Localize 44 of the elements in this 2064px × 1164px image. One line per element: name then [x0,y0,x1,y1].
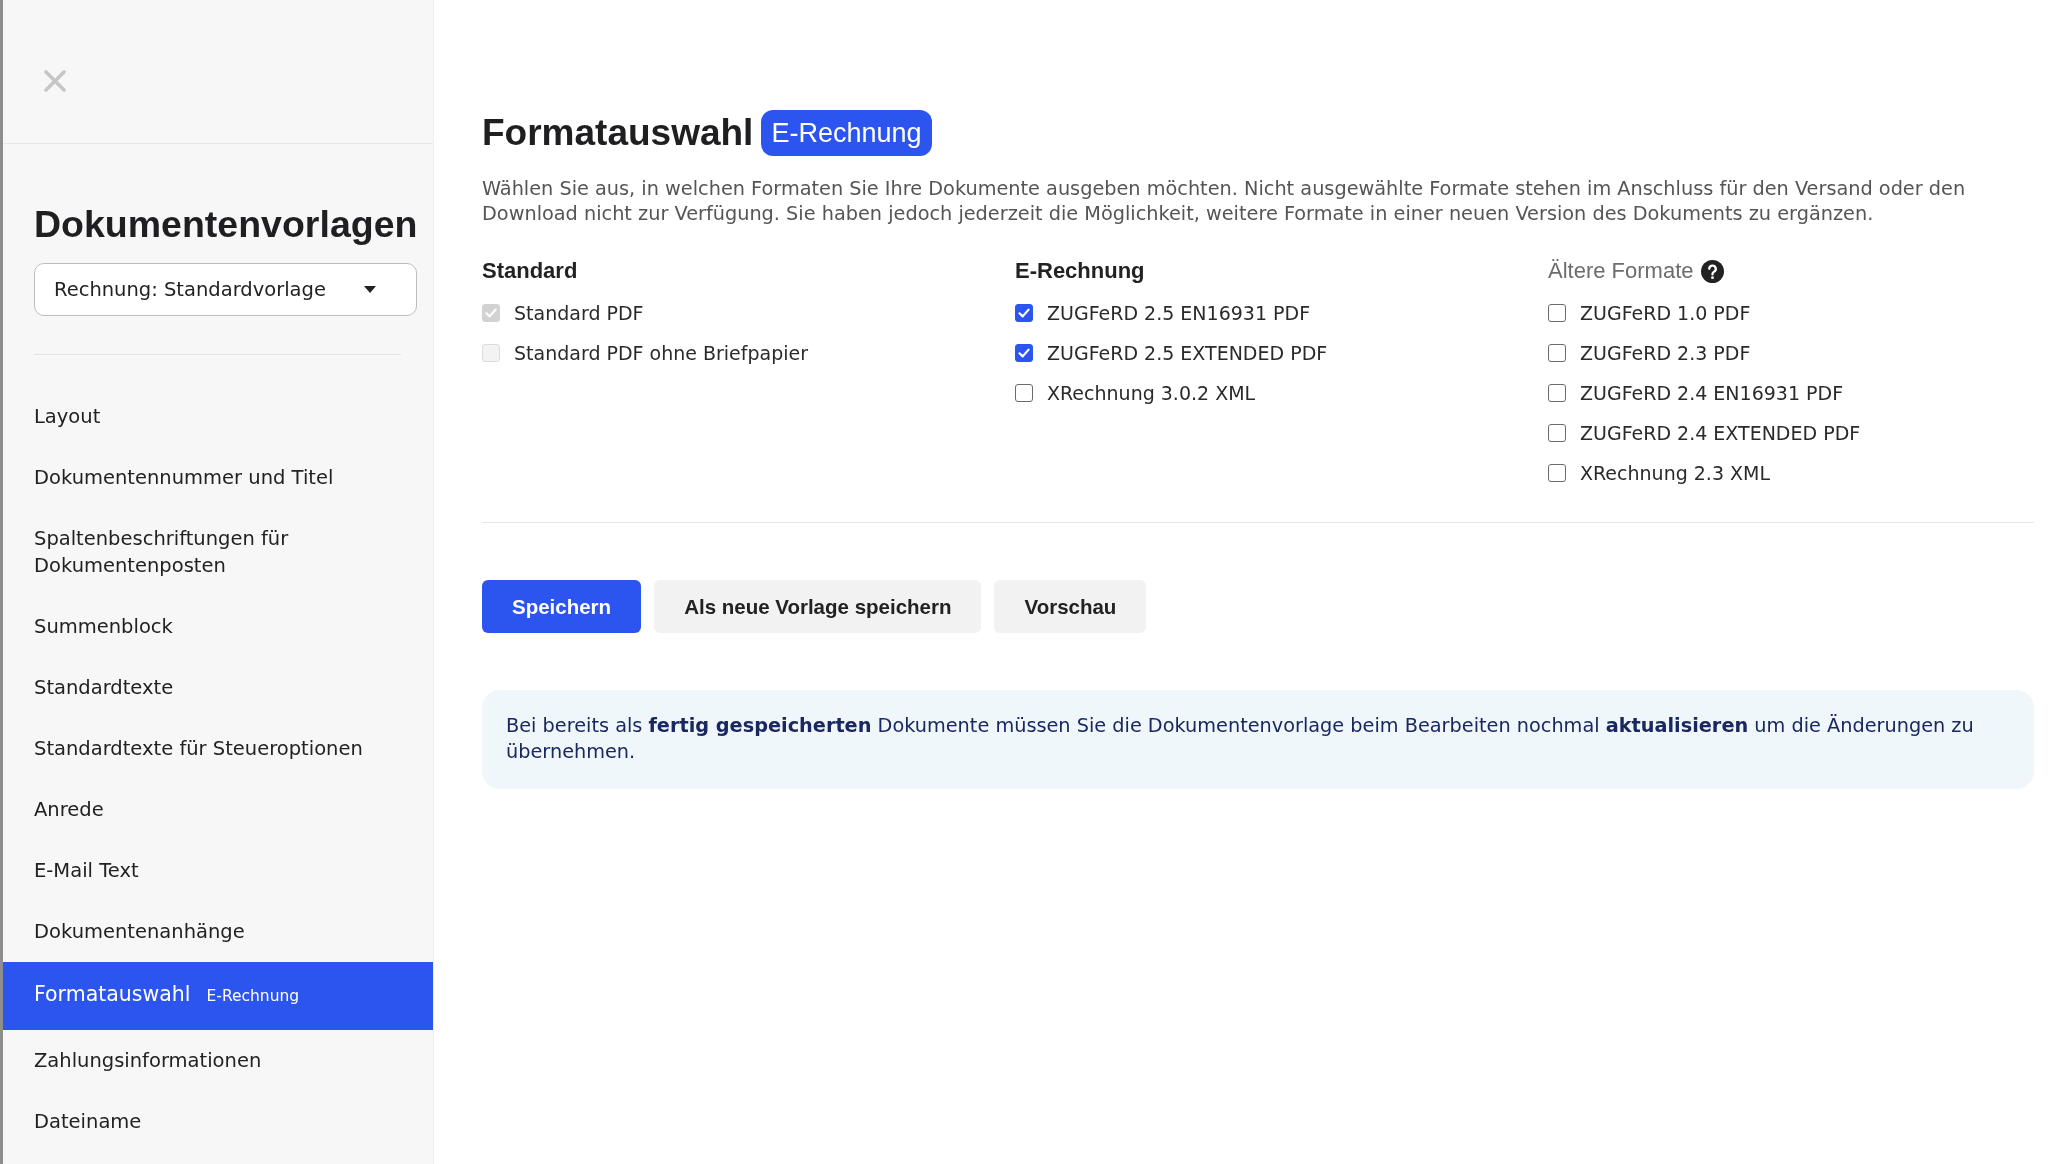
option-label: XRechnung 3.0.2 XML [1047,381,1256,406]
nav-item[interactable]: Dokumentennummer und Titel [3,447,433,508]
nav-item[interactable]: Dokumentenanhänge [3,901,433,962]
nav-item[interactable]: Spaltenbeschriftungen für Dokumentenposten [3,508,433,596]
option-label: Standard PDF [514,301,644,326]
nav-item[interactable]: Standardtexte für Steueroptionen [3,718,433,779]
nav-item[interactable]: Dateiname [3,1091,433,1152]
nav-item[interactable]: Layout [3,386,433,447]
option-label: Standard PDF ohne Briefpapier [514,341,809,366]
checkbox[interactable] [1548,424,1566,442]
group-heading: E-Rechnung [1015,258,1145,284]
checkbox[interactable] [1015,304,1033,322]
nav-item[interactable]: Summenblock [3,596,433,657]
option-label: ZUGFeRD 2.3 PDF [1580,341,1751,366]
checkbox[interactable] [1548,304,1566,322]
group-heading: Ältere Formate [1548,258,1694,284]
checkbox[interactable] [1015,344,1033,362]
title-tag: E-Rechnung [761,110,932,156]
option-label: ZUGFeRD 2.4 EN16931 PDF [1580,381,1844,406]
nav-item[interactable]: Zahlungsinformationen [3,1030,433,1091]
info-notice: Bei bereits als fertig gespeicherten Dokumente müssen Sie die Dokumentenvorlage beim Bearbeiten nochmal aktualisieren um die Änderungen zu übernehmen. [482,690,2034,789]
group-heading: Standard [482,258,578,284]
option-label: ZUGFeRD 2.4 EXTENDED PDF [1580,421,1861,446]
checkbox[interactable] [1015,384,1033,402]
page-title: Formatauswahl [482,111,754,155]
nav-item[interactable]: Formatauswahl E-Rechnung [3,962,433,1030]
template-select[interactable]: Rechnung: Standardvorlage [34,263,417,316]
sidebar-title: Dokumentenvorlagen [34,202,419,246]
checkbox[interactable] [1548,344,1566,362]
checkbox[interactable] [1548,384,1566,402]
save-button[interactable]: Speichern [482,580,642,633]
option-label: ZUGFeRD 1.0 PDF [1580,301,1751,326]
nav-item[interactable]: E-Mail Text [3,840,433,901]
help-icon[interactable] [1700,259,1724,283]
option-label: ZUGFeRD 2.5 EXTENDED PDF [1047,341,1328,366]
secondary-button[interactable]: Vorschau [994,580,1147,633]
nav-item[interactable]: Standardtexte [3,657,433,718]
option-label: XRechnung 2.3 XML [1580,461,1771,486]
secondary-button[interactable]: Als neue Vorlage speichern [654,580,982,633]
caret-icon [364,286,376,293]
nav-item[interactable]: Anrede [3,779,433,840]
option-label: ZUGFeRD 2.5 EN16931 PDF [1047,301,1311,326]
description-text: Wählen Sie aus, in welchen Formaten Sie Ihre Dokumente ausgeben möchten. Nicht ausgewählte Formate stehen im Anschluss für den Versand oder den Download nicht zur Verfügung. Sie haben jedoch jederzeit die Möglichkeit, weitere Formate in einer neuen Version des Dokuments zu ergänzen. [482,176,1967,226]
checkbox[interactable] [1548,464,1566,482]
